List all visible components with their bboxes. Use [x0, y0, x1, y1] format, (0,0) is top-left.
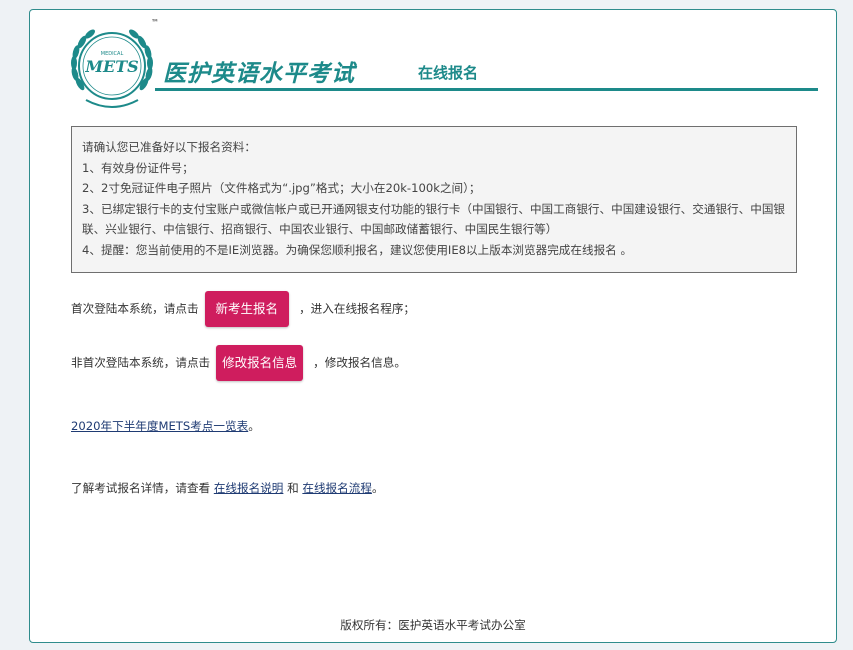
header-divider	[155, 88, 818, 91]
notice-line: 4、提醒：您当前使用的不是IE浏览器。为确保您顺利报名，建议您使用IE8以上版本…	[82, 242, 633, 257]
exam-sites-row: 2020年下半年度METS考点一览表。	[71, 418, 260, 434]
page-title: 医护英语水平考试	[163, 60, 355, 87]
exam-sites-link[interactable]: 2020年下半年度METS考点一览表	[71, 419, 248, 433]
mets-logo: METS MEDICAL	[64, 18, 160, 114]
new-user-row: 首次登陆本系统，请点击 新考生报名 ，进入在线报名程序；	[71, 291, 415, 327]
returning-user-suffix: ，修改报名信息。	[313, 355, 406, 370]
page-subtitle: 在线报名	[418, 64, 479, 82]
registration-instructions-link[interactable]: 在线报名说明	[214, 481, 284, 495]
returning-user-prefix: 非首次登陆本系统，请点击	[71, 355, 211, 370]
notice-line: 3、已绑定银行卡的支付宝账户或微信帐户或已开通网银支付功能的银行卡（中国银行、中…	[82, 201, 786, 237]
footer-copyright: 版权所有：医护英语水平考试办公室	[340, 618, 526, 632]
svg-text:METS: METS	[84, 57, 138, 76]
notice-line: 2、2寸免冠证件电子照片（文件格式为“.jpg”格式；大小在20k-100k之间…	[82, 181, 481, 195]
trademark-symbol: ™	[151, 18, 159, 27]
details-suffix: 。	[371, 481, 384, 495]
notice-line: 1、有效身份证件号；	[82, 160, 194, 175]
modify-registration-button[interactable]: 修改报名信息	[216, 345, 304, 381]
details-prefix: 了解考试报名详情，请查看	[71, 481, 214, 495]
requirements-notice: 请确认您已准备好以下报名资料： 1、有效身份证件号； 2、2寸免冠证件电子照片（…	[71, 126, 797, 273]
notice-line: 请确认您已准备好以下报名资料：	[82, 140, 256, 154]
new-registration-button[interactable]: 新考生报名	[204, 291, 290, 327]
returning-user-row: 非首次登陆本系统，请点击 修改报名信息 ，修改报名信息。	[71, 345, 406, 381]
svg-text:MEDICAL: MEDICAL	[101, 51, 124, 57]
new-user-suffix: ，进入在线报名程序；	[299, 301, 416, 316]
details-middle: 和	[283, 481, 303, 495]
details-row: 了解考试报名详情，请查看 在线报名说明 和 在线报名流程。	[71, 480, 384, 496]
main-panel: METS MEDICAL ™ 医护英语水平考试 在线报名 请确认您已准备好以下报…	[29, 9, 837, 643]
exam-sites-suffix: 。	[248, 419, 260, 433]
registration-process-link[interactable]: 在线报名流程	[302, 481, 372, 495]
new-user-prefix: 首次登陆本系统，请点击	[71, 301, 199, 316]
